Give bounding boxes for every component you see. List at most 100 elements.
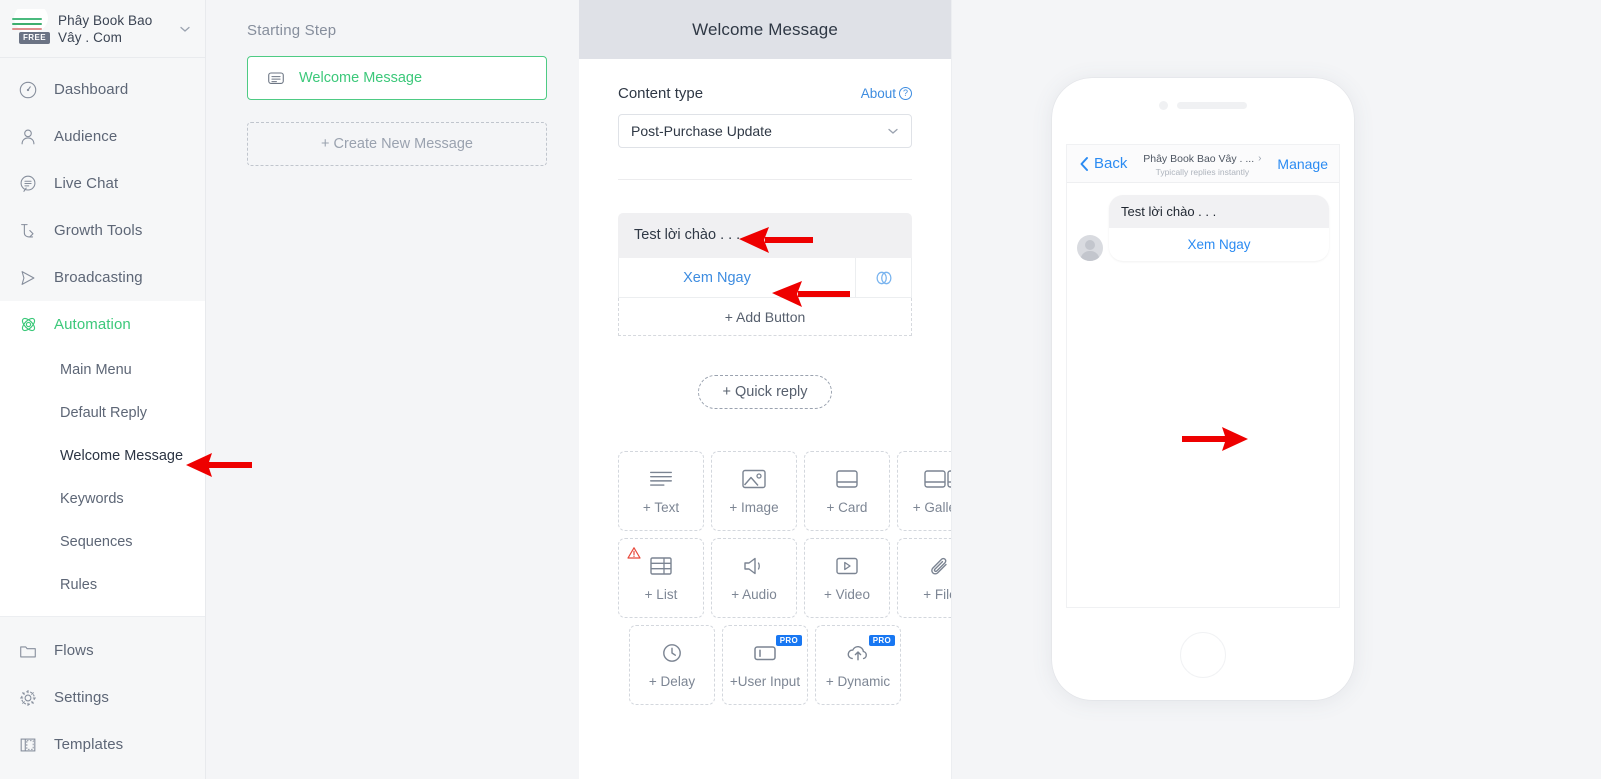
sidebar-item-main-menu[interactable]: Main Menu bbox=[0, 348, 205, 391]
chevron-down-icon[interactable] bbox=[179, 23, 191, 35]
sidebar-item-dashboard[interactable]: Dashboard bbox=[0, 66, 205, 113]
sidebar-item-automation[interactable]: Automation bbox=[0, 301, 205, 348]
pro-badge: PRO bbox=[868, 635, 895, 646]
sidebar-item-audience[interactable]: Audience bbox=[0, 113, 205, 160]
sidebar-item-flows[interactable]: Flows bbox=[0, 627, 205, 674]
quick-reply-button[interactable]: + Quick reply bbox=[698, 375, 832, 409]
avatar bbox=[1077, 235, 1103, 261]
gallery-icon bbox=[923, 467, 951, 491]
sidebar-item-broadcasting[interactable]: Broadcasting bbox=[0, 254, 205, 301]
sidebar-label: Dashboard bbox=[54, 81, 129, 98]
content-type-select[interactable]: Post-Purchase Update bbox=[618, 114, 912, 148]
tile-add-text[interactable]: + Text bbox=[618, 451, 704, 531]
sidebar-label: Settings bbox=[54, 689, 109, 706]
sidebar-label: Broadcasting bbox=[54, 269, 143, 286]
tile-label: + List bbox=[644, 587, 678, 602]
chat-page-status: Typically replies instantly bbox=[1155, 167, 1250, 178]
phone-camera-icon bbox=[1159, 101, 1168, 110]
sidebar-item-live-chat[interactable]: Live Chat bbox=[0, 160, 205, 207]
folder-icon bbox=[18, 641, 44, 661]
tile-add-list[interactable]: + List bbox=[618, 538, 704, 618]
tile-add-video[interactable]: + Video bbox=[804, 538, 890, 618]
user-icon bbox=[18, 127, 44, 147]
input-field-icon bbox=[751, 641, 779, 665]
chain-link-icon[interactable] bbox=[855, 258, 911, 297]
message-editor-panel: Welcome Message Content type About ? Pos… bbox=[579, 0, 952, 779]
editor-title-bar: Welcome Message bbox=[579, 0, 951, 59]
sidebar-item-keywords[interactable]: Keywords bbox=[0, 477, 205, 520]
chat-bubble-text: Test lời chào . . . bbox=[1109, 195, 1329, 228]
clock-icon bbox=[658, 641, 686, 665]
chat-bubble: Test lời chào . . . Xem Ngay bbox=[1109, 195, 1329, 261]
message-card: Test lời chào . . . Xem Ngay + Add Butto… bbox=[618, 213, 912, 336]
sidebar-sublabel: Welcome Message bbox=[60, 447, 184, 464]
add-button-label: + Add Button bbox=[724, 308, 806, 325]
tile-add-dynamic[interactable]: PRO + Dynamic bbox=[815, 625, 901, 705]
phone-frame: Back Phây Book Bao Vây . ... › Typically… bbox=[1052, 78, 1354, 700]
paperclip-icon bbox=[926, 554, 951, 578]
tile-label: + Image bbox=[729, 500, 779, 515]
brand-header[interactable]: FREE Phây Book Bao Vây . Com bbox=[0, 0, 205, 58]
sidebar-item-growth-tools[interactable]: Growth Tools bbox=[0, 207, 205, 254]
sidebar-subnav: Main Menu Default Reply Welcome Message … bbox=[0, 348, 205, 616]
sidebar-item-rules[interactable]: Rules bbox=[0, 563, 205, 606]
page-title: Welcome Message bbox=[692, 19, 838, 39]
quick-reply-label: + Quick reply bbox=[722, 384, 808, 400]
quick-reply-wrap: + Quick reply bbox=[618, 375, 912, 409]
brand-name: Phây Book Bao Vây . Com bbox=[58, 12, 153, 45]
tile-label: + Dynamic bbox=[825, 674, 891, 689]
element-tiles: + Text + Image + Card + Gall + List + Au… bbox=[618, 451, 951, 705]
content-type-value: Post-Purchase Update bbox=[631, 123, 772, 139]
sidebar-item-templates[interactable]: Templates bbox=[0, 721, 205, 768]
tile-add-card[interactable]: + Card bbox=[804, 451, 890, 531]
warning-icon bbox=[627, 546, 641, 560]
tile-row-1: + Text + Image + Card + Gall bbox=[618, 451, 951, 531]
starting-step-column: Starting Step Welcome Message + Create N… bbox=[206, 0, 579, 779]
cloud-upload-icon bbox=[844, 641, 872, 665]
sidebar-item-settings[interactable]: Settings bbox=[0, 674, 205, 721]
manage-button[interactable]: Manage bbox=[1277, 156, 1328, 172]
speaker-icon bbox=[740, 554, 768, 578]
tile-add-image[interactable]: + Image bbox=[711, 451, 797, 531]
message-text[interactable]: Test lời chào . . . bbox=[618, 213, 912, 258]
sidebar-label: Growth Tools bbox=[54, 222, 143, 239]
tile-label: + Text bbox=[642, 500, 680, 515]
sidebar-sublabel: Sequences bbox=[60, 533, 133, 550]
dashboard-gauge-icon bbox=[18, 80, 44, 100]
sidebar-bottom-nav: Flows Settings Templates bbox=[0, 616, 205, 768]
message-button-row: Xem Ngay bbox=[618, 258, 912, 298]
section-divider bbox=[618, 179, 912, 180]
tile-add-delay[interactable]: + Delay bbox=[629, 625, 715, 705]
message-button-label[interactable]: Xem Ngay bbox=[619, 270, 855, 286]
tile-add-user-input[interactable]: PRO +User Input bbox=[722, 625, 808, 705]
add-button[interactable]: + Add Button bbox=[618, 298, 912, 336]
sidebar-item-sequences[interactable]: Sequences bbox=[0, 520, 205, 563]
app-root: FREE Phây Book Bao Vây . Com Dashboard A… bbox=[0, 0, 1601, 779]
tile-add-file[interactable]: + File bbox=[897, 538, 951, 618]
chat-page-info[interactable]: Phây Book Bao Vây . ... › Typically repl… bbox=[1133, 150, 1271, 178]
content-type-label: Content type bbox=[618, 85, 704, 102]
tile-add-gallery[interactable]: + Gallery bbox=[897, 451, 951, 531]
message-icon bbox=[266, 68, 286, 88]
brand-logo-icon: FREE bbox=[8, 8, 52, 49]
video-play-icon bbox=[833, 554, 861, 578]
step-card-welcome-message[interactable]: Welcome Message bbox=[247, 56, 547, 100]
tile-label: + Video bbox=[824, 587, 870, 602]
sidebar-automation-section: Automation Main Menu Default Reply Welco… bbox=[0, 301, 205, 616]
chevron-down-icon bbox=[887, 125, 899, 137]
phone-home-button[interactable] bbox=[1180, 632, 1226, 678]
chat-message-row: Test lời chào . . . Xem Ngay bbox=[1077, 195, 1329, 261]
create-new-message-label: + Create New Message bbox=[321, 136, 473, 152]
sidebar-item-welcome-message[interactable]: Welcome Message bbox=[0, 434, 205, 477]
create-new-message-button[interactable]: + Create New Message bbox=[247, 122, 547, 166]
sidebar-sublabel: Default Reply bbox=[60, 404, 148, 421]
tile-add-audio[interactable]: + Audio bbox=[711, 538, 797, 618]
help-question-icon: ? bbox=[899, 87, 912, 100]
about-link[interactable]: About ? bbox=[861, 86, 912, 101]
pro-badge: PRO bbox=[775, 635, 802, 646]
sidebar-item-default-reply[interactable]: Default Reply bbox=[0, 391, 205, 434]
chat-bubble-button[interactable]: Xem Ngay bbox=[1109, 228, 1329, 261]
phone-earpiece-icon bbox=[1177, 102, 1247, 109]
text-lines-icon bbox=[647, 467, 675, 491]
back-button[interactable]: Back bbox=[1078, 155, 1127, 172]
